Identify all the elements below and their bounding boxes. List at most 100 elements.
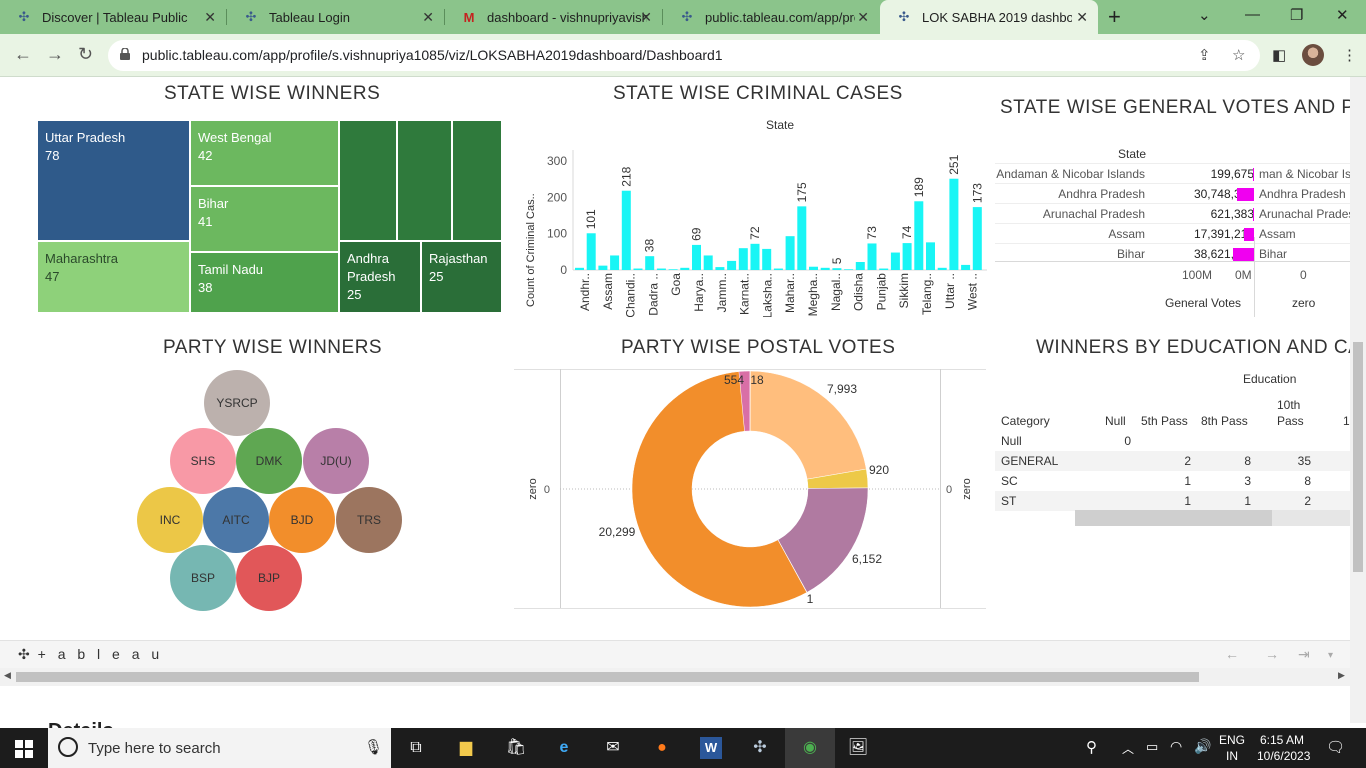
general-votes-bar[interactable] bbox=[1253, 208, 1254, 221]
party-bubble-jdu[interactable]: JD(U) bbox=[303, 428, 369, 494]
photos-icon[interactable]: 🖼 bbox=[847, 737, 869, 759]
scroll-left-icon[interactable]: ◀ bbox=[4, 670, 11, 681]
treemap-cell[interactable] bbox=[397, 120, 452, 241]
undo-icon[interactable]: ← bbox=[1225, 646, 1239, 662]
close-icon[interactable]: ✕ bbox=[422, 9, 434, 26]
general-votes-row[interactable]: Arunachal Pradesh 621,383 Arunachal Prades bbox=[995, 203, 1350, 223]
mail-icon[interactable]: ✉ bbox=[602, 737, 624, 759]
general-votes-row[interactable]: Assam 17,391,216 Assam bbox=[995, 223, 1350, 243]
new-tab-button[interactable]: + bbox=[1108, 4, 1121, 30]
edge-icon[interactable]: e bbox=[553, 737, 575, 759]
bar[interactable] bbox=[785, 236, 795, 270]
bar[interactable] bbox=[762, 248, 772, 270]
tab-discover[interactable]: ✣ Discover | Tableau Public ✕ bbox=[0, 0, 226, 34]
bar[interactable] bbox=[832, 268, 842, 270]
revert-icon[interactable]: ⇥ bbox=[1298, 646, 1310, 663]
bar[interactable] bbox=[902, 243, 912, 270]
language-indicator[interactable]: ENG bbox=[1219, 733, 1245, 747]
bar[interactable] bbox=[645, 256, 655, 270]
notification-icon[interactable]: 🗨 bbox=[1326, 738, 1345, 756]
bar[interactable] bbox=[633, 268, 643, 270]
table-scrollbar[interactable] bbox=[1075, 510, 1350, 526]
bar[interactable] bbox=[949, 178, 959, 270]
general-votes-row[interactable]: Andaman & Nicobar Islands 199,675 man & Ni… bbox=[995, 163, 1350, 183]
treemap-cell-tamil-nadu[interactable]: Tamil Nadu 38 bbox=[190, 252, 339, 313]
word-icon[interactable]: W bbox=[700, 737, 722, 759]
bar[interactable] bbox=[914, 201, 924, 270]
side-panel-icon[interactable]: ◧ bbox=[1272, 46, 1286, 64]
table-scroll-thumb[interactable] bbox=[1075, 510, 1272, 526]
treemap-cell-uttar-pradesh[interactable]: Uttar Pradesh 78 bbox=[37, 120, 190, 241]
bar[interactable] bbox=[855, 262, 865, 270]
forward-button[interactable]: → bbox=[46, 44, 64, 65]
bar[interactable] bbox=[575, 267, 584, 270]
horizontal-scroll-thumb[interactable] bbox=[16, 672, 1199, 682]
minimize-button[interactable]: — bbox=[1245, 6, 1260, 23]
windows-start-icon[interactable] bbox=[15, 740, 33, 758]
party-bubble-trs[interactable]: TRS bbox=[336, 487, 402, 553]
bar[interactable] bbox=[692, 244, 701, 270]
volume-icon[interactable]: 🔊 bbox=[1194, 738, 1211, 755]
bar[interactable] bbox=[586, 233, 596, 270]
party-bubble-bjp[interactable]: BJP bbox=[236, 545, 302, 611]
chevron-up-icon[interactable]: ︿ bbox=[1122, 740, 1134, 757]
party-bubble-inc[interactable]: INC bbox=[137, 487, 203, 553]
page-horizontal-scrollbar[interactable]: ◀ ▶ bbox=[0, 668, 1350, 686]
bar[interactable] bbox=[680, 267, 690, 270]
restore-button[interactable]: ❐ bbox=[1290, 6, 1303, 24]
bar[interactable] bbox=[890, 252, 900, 270]
bar[interactable] bbox=[867, 243, 877, 270]
bar[interactable] bbox=[621, 190, 631, 270]
treemap-cell-bihar[interactable]: Bihar 41 bbox=[190, 186, 339, 252]
bar[interactable] bbox=[937, 267, 947, 270]
tab-loksabha-dashboard[interactable]: ✣ LOK SABHA 2019 dashboard ✕ bbox=[880, 0, 1098, 34]
bar[interactable] bbox=[656, 268, 666, 270]
treemap-cell[interactable] bbox=[339, 120, 397, 241]
reload-button[interactable]: ↻ bbox=[78, 44, 93, 65]
firefox-icon[interactable]: ● bbox=[651, 737, 673, 759]
bar[interactable] bbox=[598, 265, 608, 270]
party-bubble-ysrcp[interactable]: YSRCP bbox=[204, 370, 270, 436]
bar[interactable] bbox=[668, 269, 678, 270]
bar[interactable] bbox=[926, 242, 935, 270]
bar[interactable] bbox=[773, 268, 783, 270]
tableau-app-icon[interactable]: ✣ bbox=[749, 737, 771, 759]
scroll-right-icon[interactable]: ▶ bbox=[1338, 670, 1345, 681]
share-icon[interactable]: ⇪ bbox=[1198, 46, 1211, 64]
party-bubble-bsp[interactable]: BSP bbox=[170, 545, 236, 611]
party-bubble-aitc[interactable]: AITC bbox=[203, 487, 269, 553]
microphone-icon[interactable]: 🎙 bbox=[364, 738, 383, 756]
close-icon[interactable]: ✕ bbox=[1076, 9, 1088, 26]
task-view-icon[interactable]: ⧉ bbox=[405, 737, 427, 759]
taskbar-active-app[interactable]: ◉ bbox=[785, 728, 835, 768]
bar[interactable] bbox=[703, 255, 713, 270]
bar[interactable] bbox=[715, 267, 725, 270]
general-votes-row[interactable]: Andhra Pradesh 30,748,327 Andhra Pradesh bbox=[995, 183, 1350, 203]
back-button[interactable]: ← bbox=[14, 44, 32, 65]
bar[interactable] bbox=[809, 266, 818, 270]
tab-tableau-profile[interactable]: ✣ public.tableau.com/app/pro ✕ bbox=[663, 0, 879, 34]
page-vertical-scrollbar[interactable] bbox=[1350, 77, 1366, 723]
close-icon[interactable]: ✕ bbox=[857, 9, 869, 26]
bar[interactable] bbox=[797, 206, 807, 270]
treemap-cell[interactable] bbox=[452, 120, 502, 241]
redo-icon[interactable]: → bbox=[1265, 646, 1279, 662]
education-row[interactable]: GENERAL 2 8 35 bbox=[995, 451, 1350, 471]
profile-avatar[interactable] bbox=[1302, 44, 1324, 66]
bar[interactable] bbox=[738, 248, 748, 270]
education-row[interactable]: ST 1 1 2 bbox=[995, 491, 1350, 511]
treemap-cell-andhra-pradesh[interactable]: Andhra Pradesh 25 bbox=[339, 241, 421, 313]
wifi-icon[interactable]: ◠ bbox=[1170, 738, 1182, 755]
close-icon[interactable]: ✕ bbox=[640, 9, 652, 26]
bar[interactable] bbox=[972, 207, 982, 270]
bar[interactable] bbox=[879, 268, 889, 270]
treemap-cell-west-bengal[interactable]: West Bengal 42 bbox=[190, 120, 339, 186]
bookmark-star-icon[interactable]: ☆ bbox=[1232, 46, 1245, 64]
party-bubble-dmk[interactable]: DMK bbox=[236, 428, 302, 494]
general-votes-row[interactable]: Bihar 38,621,504 Bihar bbox=[995, 243, 1350, 263]
treemap-cell-rajasthan[interactable]: Rajasthan 25 bbox=[421, 241, 502, 313]
bar[interactable] bbox=[727, 260, 737, 270]
address-bar[interactable]: public.tableau.com/app/profile/s.vishnup… bbox=[108, 40, 1260, 71]
close-icon[interactable]: ✕ bbox=[204, 9, 216, 26]
general-votes-bar[interactable] bbox=[1244, 228, 1254, 241]
